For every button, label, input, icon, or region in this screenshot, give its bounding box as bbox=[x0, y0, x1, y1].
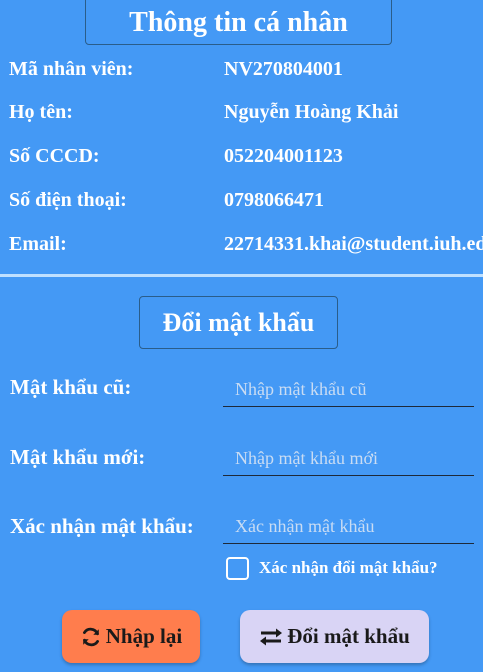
email-value: 22714331.khai@student.iuh.edu.vn bbox=[224, 233, 483, 255]
phone-label: Số điện thoại: bbox=[9, 189, 127, 211]
info-row-employee-id: Mã nhân viên: NV270804001 bbox=[0, 58, 483, 88]
info-row-phone: Số điện thoại: 0798066471 bbox=[0, 189, 483, 219]
full-name-value: Nguyễn Hoàng Khải bbox=[224, 101, 399, 123]
email-label: Email: bbox=[9, 233, 67, 255]
new-password-label: Mật khẩu mới: bbox=[10, 445, 146, 469]
old-password-input[interactable] bbox=[223, 373, 474, 407]
profile-title: Thông tin cá nhân bbox=[85, 0, 392, 45]
new-password-input[interactable] bbox=[223, 442, 474, 476]
phone-value: 0798066471 bbox=[224, 189, 324, 211]
reset-button[interactable]: Nhập lại bbox=[62, 610, 200, 663]
change-password-title: Đổi mật khẩu bbox=[139, 296, 338, 349]
employee-id-value: NV270804001 bbox=[224, 58, 343, 80]
change-password-button[interactable]: Đổi mật khẩu bbox=[240, 610, 429, 663]
info-row-full-name: Họ tên: Nguyễn Hoàng Khải bbox=[0, 101, 483, 131]
employee-id-label: Mã nhân viên: bbox=[9, 58, 134, 80]
full-name-label: Họ tên: bbox=[9, 101, 73, 123]
exchange-icon bbox=[259, 626, 283, 648]
info-row-id-card: Số CCCD: 052204001123 bbox=[0, 145, 483, 175]
section-divider bbox=[0, 274, 483, 277]
reset-button-label: Nhập lại bbox=[105, 624, 183, 648]
confirm-password-label: Xác nhận mật khẩu: bbox=[10, 514, 194, 538]
old-password-label: Mật khẩu cũ: bbox=[10, 375, 132, 399]
confirm-change-label: Xác nhận đổi mật khẩu? bbox=[259, 558, 438, 577]
id-card-value: 052204001123 bbox=[224, 145, 343, 167]
confirm-password-input[interactable] bbox=[223, 510, 474, 544]
info-row-email: Email: 22714331.khai@student.iuh.edu.vn bbox=[0, 233, 483, 263]
id-card-label: Số CCCD: bbox=[9, 145, 100, 167]
change-password-button-label: Đổi mật khẩu bbox=[287, 624, 410, 648]
refresh-icon bbox=[80, 626, 102, 648]
confirm-change-checkbox[interactable] bbox=[226, 557, 249, 580]
